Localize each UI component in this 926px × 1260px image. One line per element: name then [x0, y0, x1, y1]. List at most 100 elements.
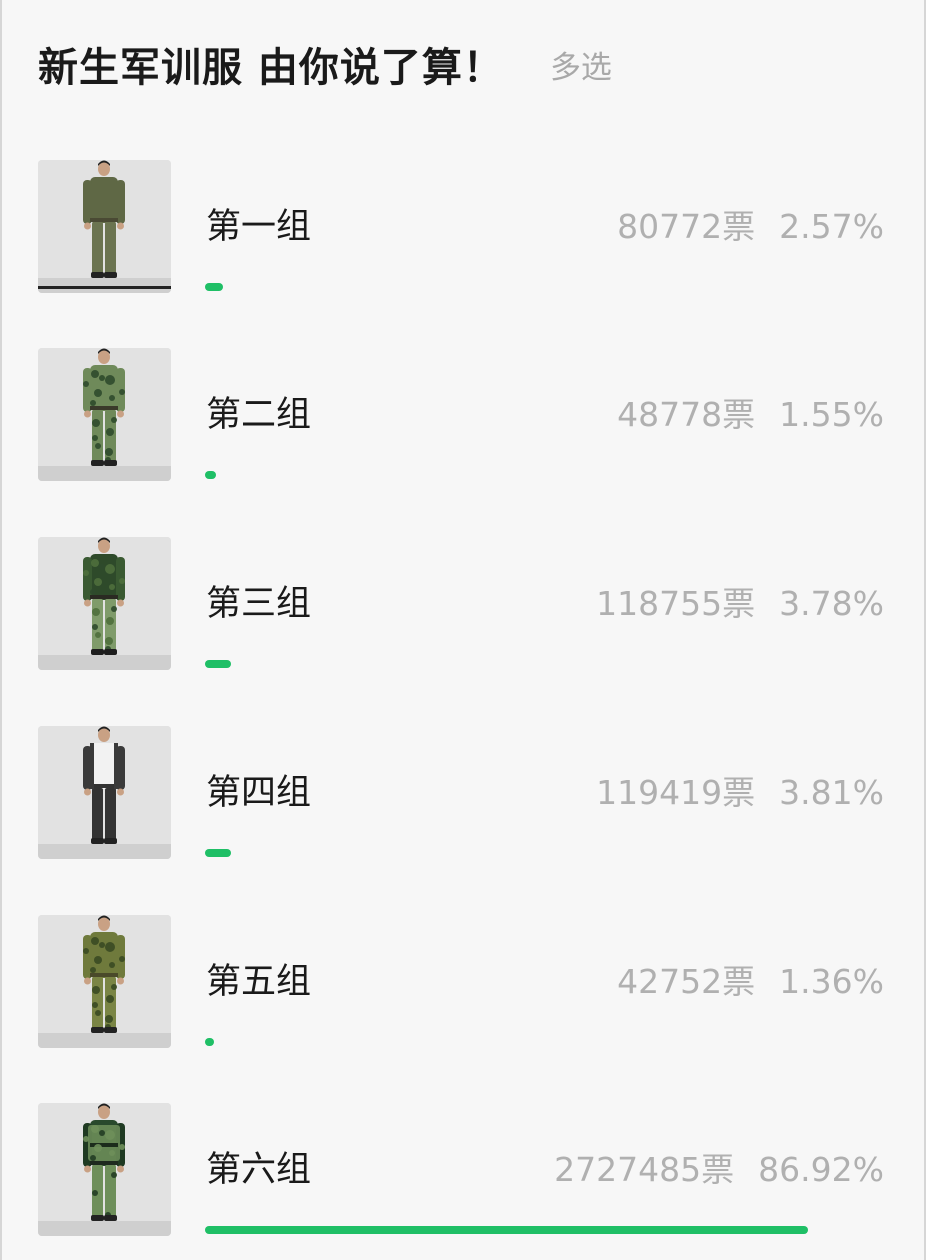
camo-patch: [111, 984, 117, 990]
left-hand: [84, 977, 91, 985]
vote-share-bar: [205, 849, 231, 857]
camo-patch: [119, 956, 125, 962]
camo-patch: [91, 937, 99, 945]
photo-floor: [38, 844, 171, 859]
vote-percent: 1.55%: [779, 395, 884, 434]
camo-patch: [91, 1125, 99, 1133]
camo-patch: [91, 559, 99, 567]
poll-option[interactable]: 第三组 118755票 3.78%: [2, 537, 926, 685]
right-hand: [117, 599, 124, 607]
camo-patch: [92, 1174, 100, 1182]
right-boot: [104, 460, 117, 466]
belt: [90, 406, 118, 410]
camo-patch: [91, 370, 99, 378]
photo-floor: [38, 1221, 171, 1236]
right-hand: [117, 788, 124, 796]
camo-patch: [109, 395, 115, 401]
camo-patch: [119, 578, 125, 584]
vote-count: 42752票: [617, 962, 756, 1001]
uniform-photo: [38, 348, 171, 481]
option-label: 第一组: [206, 207, 312, 247]
option-label: 第三组: [206, 584, 312, 624]
camo-patch: [106, 428, 114, 436]
right-boot: [104, 272, 117, 278]
option-stats: 48778票 1.55%: [617, 388, 884, 436]
camo-patch: [92, 1002, 98, 1008]
camo-patch: [94, 389, 102, 397]
right-hand: [117, 222, 124, 230]
option-stats: 118755票 3.78%: [596, 577, 884, 625]
camo-patch: [119, 389, 125, 395]
uniform-photo: [38, 915, 171, 1048]
left-boot: [91, 838, 104, 844]
right-leg: [105, 788, 116, 843]
camo-patch: [111, 1172, 117, 1178]
vote-count: 48778票: [617, 395, 756, 434]
vote-share-bar: [205, 1226, 808, 1234]
poll-option[interactable]: 第二组 48778票 1.55%: [2, 348, 926, 496]
poll-option[interactable]: 第四组 119419票 3.81%: [2, 726, 926, 874]
poll-card: 新生军训服 由你说了算！ 多选 第一组 80772票 2.57% 第二组 4877…: [0, 0, 926, 1260]
right-boot: [104, 649, 117, 655]
camo-patch: [106, 1183, 114, 1191]
jacket-trim: [90, 743, 94, 789]
camo-patch: [83, 570, 89, 576]
camo-patch: [95, 1198, 101, 1204]
vote-count: 119419票: [596, 773, 756, 812]
photo-floor: [38, 466, 171, 481]
left-boot: [91, 649, 104, 655]
vote-count: 80772票: [617, 207, 756, 246]
left-hand: [84, 599, 91, 607]
right-boot: [104, 1027, 117, 1033]
poll-title: 新生军训服 由你说了算！: [38, 45, 504, 91]
camo-patch: [95, 1010, 101, 1016]
right-hand: [117, 1165, 124, 1173]
vest-strap: [90, 1143, 118, 1147]
camo-patch: [105, 942, 115, 952]
camo-patch: [105, 448, 113, 456]
camo-patch: [95, 443, 101, 449]
camo-patch: [111, 606, 117, 612]
camo-patch: [106, 617, 114, 625]
photo-floor: [38, 278, 171, 293]
belt: [90, 784, 118, 788]
camo-patch: [92, 419, 100, 427]
uniform-photo: [38, 160, 171, 293]
left-sleeve: [83, 557, 92, 601]
option-stats: 119419票 3.81%: [596, 766, 884, 814]
belt: [90, 595, 118, 599]
uniform-top: [90, 743, 118, 789]
photo-floor: [38, 1033, 171, 1048]
option-stats: 42752票 1.36%: [617, 955, 884, 1003]
right-sleeve: [116, 180, 125, 224]
vote-share-bar: [205, 283, 223, 291]
camo-patch: [105, 1015, 113, 1023]
camo-patch: [105, 637, 113, 645]
camo-patch: [90, 1155, 96, 1161]
left-hand: [84, 788, 91, 796]
vote-percent: 1.36%: [779, 962, 884, 1001]
vote-percent: 3.78%: [779, 584, 884, 623]
photo-floor-line: [38, 286, 171, 289]
option-stats: 80772票 2.57%: [617, 200, 884, 248]
jacket-trim: [114, 743, 118, 789]
poll-option[interactable]: 第一组 80772票 2.57%: [2, 160, 926, 308]
camo-patch: [109, 962, 115, 968]
camo-patch: [94, 578, 102, 586]
camo-patch: [83, 1136, 89, 1142]
camo-patch: [92, 435, 98, 441]
left-boot: [91, 1027, 104, 1033]
right-boot: [104, 1215, 117, 1221]
belt: [90, 218, 118, 222]
camo-patch: [105, 1203, 113, 1211]
poll-option[interactable]: 第六组 2727485票 86.92%: [2, 1103, 926, 1251]
right-boot: [104, 838, 117, 844]
vote-percent: 2.57%: [779, 207, 884, 246]
poll-option[interactable]: 第五组 42752票 1.36%: [2, 915, 926, 1063]
belt: [90, 1161, 118, 1165]
camo-patch: [94, 1144, 102, 1152]
vote-share-bar: [205, 660, 231, 668]
photo-floor: [38, 655, 171, 670]
camo-patch: [109, 584, 115, 590]
poll-header: 新生军训服 由你说了算！ 多选: [38, 36, 612, 92]
